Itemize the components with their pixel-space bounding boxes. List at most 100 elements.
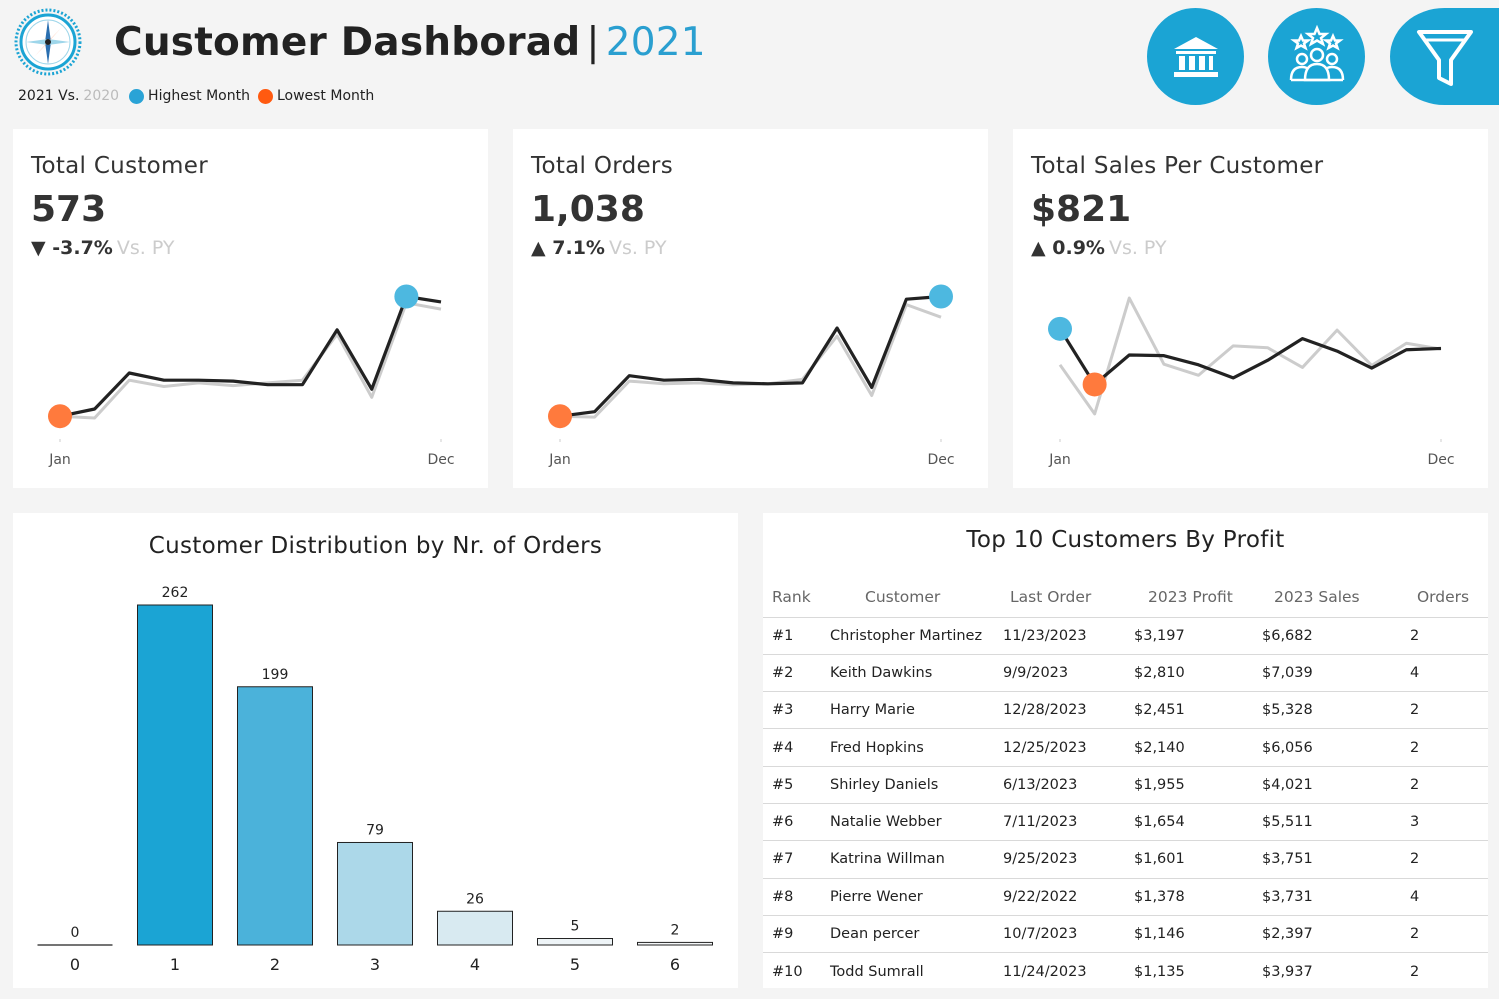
kpi-card-total-orders: Total Orders 1,038 ▲ 7.1% Vs. PY Jan Dec <box>513 129 988 488</box>
column-header-orders[interactable]: Orders <box>1398 577 1488 617</box>
highest-month-dot-icon <box>129 88 145 104</box>
cell-customer: Harry Marie <box>823 691 998 729</box>
distribution-bar-chart: 00262119927932645526 <box>37 585 713 974</box>
legend-previous-year: 2020 <box>83 88 120 104</box>
cell-profit: $3,197 <box>1130 616 1258 655</box>
sales-per-customer-sparkline: Jan Dec <box>1048 296 1455 468</box>
triangle-up-icon: ▲ <box>531 237 546 259</box>
table-row[interactable]: #7 Katrina Willman 9/25/2023 $1,601 $3,751 2 <box>763 840 1488 879</box>
cell-sales: $6,682 <box>1258 616 1398 655</box>
cell-orders: 4 <box>1398 653 1488 692</box>
legend: 2021 Vs. 2020 Highest Month Lowest Month <box>18 88 374 104</box>
title-separator: | <box>586 20 600 65</box>
cell-last-order: 9/9/2023 <box>998 653 1130 692</box>
cell-customer: Pierre Wener <box>823 877 998 916</box>
lowest-month-marker <box>1082 372 1107 397</box>
cell-rank: #8 <box>763 877 823 916</box>
table-row[interactable]: #4 Fred Hopkins 12/25/2023 $2,140 $6,056 2 <box>763 728 1488 767</box>
kpi-value: $821 <box>1031 189 1132 230</box>
kpi-title: Total Sales Per Customer <box>1031 153 1324 179</box>
table-row[interactable]: #3 Harry Marie 12/28/2023 $2,451 $5,328 2 <box>763 691 1488 729</box>
kpi-vs-label: Vs. PY <box>1108 237 1167 259</box>
cell-orders: 2 <box>1398 691 1488 729</box>
cell-orders: 2 <box>1398 952 1488 990</box>
cell-customer: Fred Hopkins <box>823 728 998 767</box>
highest-month-marker <box>929 284 953 309</box>
bar-data-label: 79 <box>366 822 384 838</box>
kpi-title: Total Orders <box>531 153 673 179</box>
column-header-sales[interactable]: 2023 Sales <box>1258 577 1398 617</box>
x-tick-label-start: Jan <box>1048 452 1071 468</box>
cell-rank: #1 <box>763 616 823 655</box>
filter-button[interactable] <box>1390 8 1499 105</box>
cell-orders: 2 <box>1398 728 1488 767</box>
table-row[interactable]: #8 Pierre Wener 9/22/2022 $1,378 $3,731 4 <box>763 877 1488 916</box>
cell-orders: 4 <box>1398 877 1488 916</box>
cell-rank: #5 <box>763 765 823 804</box>
legend-highest: Highest Month <box>148 88 250 104</box>
total-orders-sparkline: Jan Dec <box>548 284 955 468</box>
bar-data-label: 0 <box>71 925 80 941</box>
table-row[interactable]: #2 Keith Dawkins 9/9/2023 $2,810 $7,039 4 <box>763 653 1488 692</box>
column-header-customer[interactable]: Customer <box>823 577 998 617</box>
current-year-line <box>59 294 442 418</box>
x-tick-label-end: Dec <box>427 452 454 468</box>
column-header-profit[interactable]: 2023 Profit <box>1130 577 1258 617</box>
bar-data-label: 199 <box>262 667 289 683</box>
page-title: Customer Dashborad | 2021 <box>114 20 706 65</box>
lowest-month-dot-icon <box>257 88 273 104</box>
table-row[interactable]: #1 Christopher Martinez 11/23/2023 $3,197 $6… <box>763 616 1488 655</box>
highest-month-marker <box>394 284 419 309</box>
title-text: Customer Dashborad <box>114 20 581 65</box>
x-tick-label-start: Jan <box>548 452 571 468</box>
table-row[interactable]: #10 Todd Sumrall 11/24/2023 $1,135 $3,937 2 <box>763 952 1488 990</box>
table-header-row: Rank Customer Last Order 2023 Profit 202… <box>763 577 1488 617</box>
cell-sales: $3,751 <box>1258 840 1398 879</box>
compass-logo-icon <box>14 8 82 76</box>
cell-sales: $5,328 <box>1258 691 1398 729</box>
x-tick-label-start: Jan <box>48 452 71 468</box>
cell-profit: $2,140 <box>1130 728 1258 767</box>
cell-customer: Katrina Willman <box>823 840 998 879</box>
cell-customer: Shirley Daniels <box>823 765 998 804</box>
cell-sales: $3,731 <box>1258 877 1398 916</box>
kpi-delta: ▲ 7.1% Vs. PY <box>531 237 667 259</box>
cell-profit: $1,955 <box>1130 765 1258 804</box>
cell-last-order: 12/25/2023 <box>998 728 1130 767</box>
cell-profit: $2,451 <box>1130 691 1258 729</box>
highest-month-marker <box>1048 316 1072 341</box>
x-tick-label-end: Dec <box>1427 452 1454 468</box>
table-row[interactable]: #9 Dean percer 10/7/2023 $1,146 $2,397 2 <box>763 914 1488 953</box>
bar <box>137 604 213 946</box>
cell-sales: $7,039 <box>1258 653 1398 692</box>
cell-customer: Natalie Webber <box>823 802 998 841</box>
legend-lowest: Lowest Month <box>276 88 375 104</box>
table-row[interactable]: #5 Shirley Daniels 6/13/2023 $1,955 $4,021 2 <box>763 765 1488 804</box>
kpi-delta-value: -3.7% <box>52 237 113 259</box>
table-row[interactable]: #6 Natalie Webber 7/11/2023 $1,654 $5,511 3 <box>763 802 1488 841</box>
cell-last-order: 11/24/2023 <box>998 952 1130 990</box>
cell-orders: 2 <box>1398 840 1488 879</box>
cell-profit: $2,810 <box>1130 653 1258 692</box>
cell-rank: #3 <box>763 691 823 729</box>
x-tick-label: 1 <box>170 955 180 974</box>
bar <box>637 941 713 946</box>
bar <box>237 686 313 946</box>
kpi-card-total-customer: Total Customer 573 ▼ -3.7% Vs. PY Jan Dec <box>13 129 488 488</box>
cell-profit: $1,146 <box>1130 914 1258 953</box>
cell-rank: #7 <box>763 840 823 879</box>
cell-rank: #9 <box>763 914 823 953</box>
cell-last-order: 11/23/2023 <box>998 616 1130 655</box>
column-header-last-order[interactable]: Last Order <box>998 577 1130 617</box>
bank-button[interactable] <box>1147 8 1244 105</box>
cell-profit: $1,654 <box>1130 802 1258 841</box>
customers-button[interactable] <box>1268 8 1365 105</box>
kpi-vs-label: Vs. PY <box>116 237 175 259</box>
column-header-rank[interactable]: Rank <box>763 577 823 617</box>
cell-orders: 3 <box>1398 802 1488 841</box>
bar <box>337 841 413 946</box>
x-tick-label: 2 <box>270 955 280 974</box>
title-year: 2021 <box>605 20 706 65</box>
bank-icon <box>1173 36 1218 77</box>
cell-last-order: 10/7/2023 <box>998 914 1130 953</box>
